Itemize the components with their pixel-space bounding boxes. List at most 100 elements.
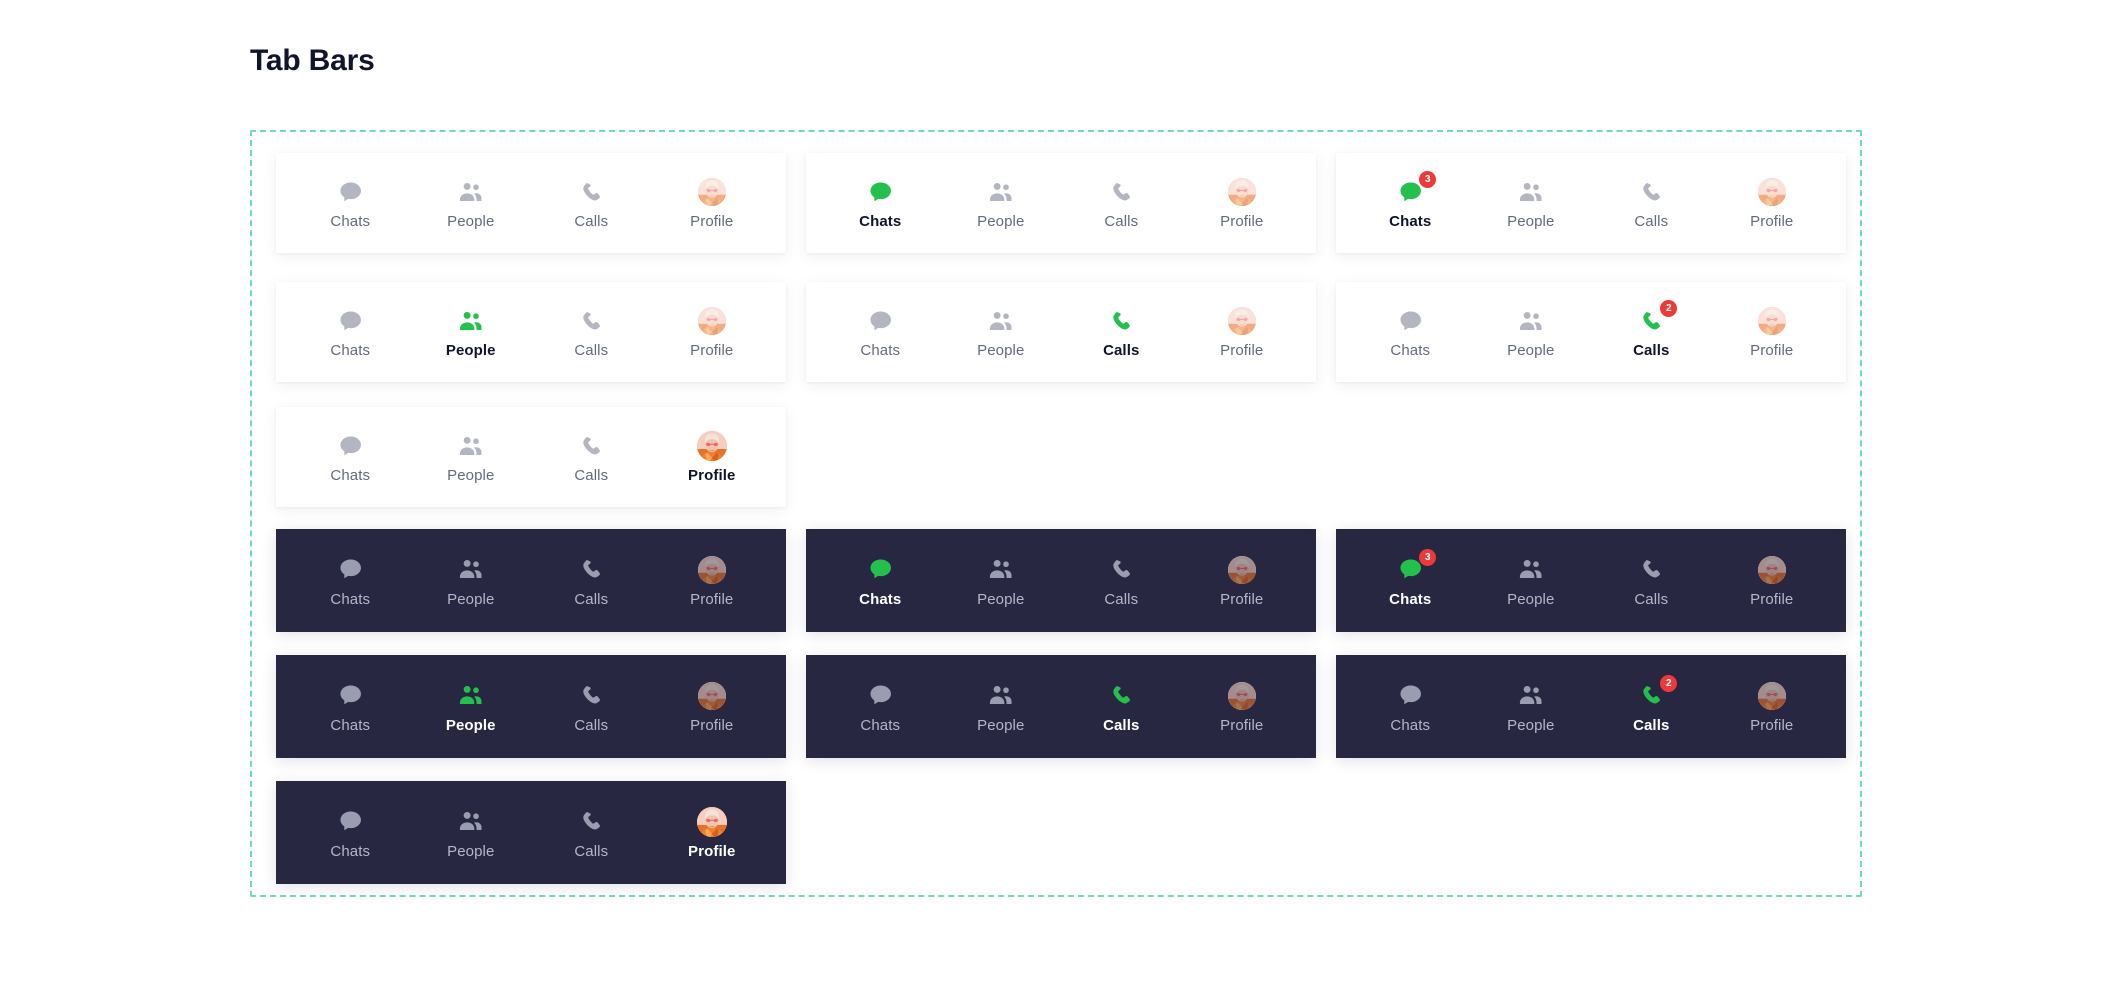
tab-calls[interactable]: Calls bbox=[1066, 529, 1176, 632]
tab-people[interactable]: People bbox=[946, 153, 1056, 253]
tab-label-profile: Profile bbox=[690, 590, 734, 608]
tab-calls[interactable]: 2 Calls bbox=[1596, 282, 1706, 382]
tab-profile[interactable]: Profile bbox=[657, 153, 767, 253]
tab-label-profile: Profile bbox=[1750, 590, 1794, 608]
tab-icon-wrap-people bbox=[1514, 681, 1548, 711]
tab-profile[interactable]: Profile bbox=[1717, 529, 1827, 632]
chat-bubble-icon bbox=[337, 308, 364, 335]
tab-profile[interactable]: Profile bbox=[657, 529, 767, 632]
tab-chats[interactable]: Chats bbox=[825, 282, 935, 382]
tab-icon-wrap-calls bbox=[1104, 681, 1138, 711]
tab-chats[interactable]: Chats bbox=[295, 781, 405, 884]
people-icon bbox=[457, 808, 484, 835]
tab-label-people: People bbox=[977, 590, 1025, 608]
tab-label-people: People bbox=[447, 590, 495, 608]
tab-profile[interactable]: Profile bbox=[1187, 153, 1297, 253]
tab-chats[interactable]: Chats bbox=[295, 153, 405, 253]
tab-calls[interactable]: Calls bbox=[1596, 153, 1706, 253]
tab-profile[interactable]: Profile bbox=[1187, 529, 1297, 632]
tab-people[interactable]: People bbox=[946, 655, 1056, 758]
tab-chats[interactable]: Chats bbox=[1355, 655, 1465, 758]
tab-chats[interactable]: Chats bbox=[295, 407, 405, 507]
tab-profile[interactable]: Profile bbox=[1187, 655, 1297, 758]
tab-chats[interactable]: 3 Chats bbox=[1355, 153, 1465, 253]
tab-people[interactable]: People bbox=[1476, 282, 1586, 382]
tab-people[interactable]: People bbox=[416, 781, 526, 884]
tab-chats[interactable]: Chats bbox=[295, 529, 405, 632]
tab-label-chats: Chats bbox=[1389, 590, 1432, 608]
phone-icon bbox=[1639, 180, 1664, 205]
tab-calls[interactable]: Calls bbox=[1066, 153, 1176, 253]
tab-people[interactable]: People bbox=[416, 655, 526, 758]
tab-icon-wrap-profile bbox=[695, 555, 729, 585]
tab-bar-light-chats-active-badge: 3 Chats People Calls Profile bbox=[1336, 153, 1846, 253]
tab-label-profile: Profile bbox=[1220, 590, 1264, 608]
tab-profile[interactable]: Profile bbox=[657, 781, 767, 884]
tab-people[interactable]: People bbox=[416, 153, 526, 253]
tab-calls[interactable]: Calls bbox=[536, 781, 646, 884]
tab-icon-wrap-calls bbox=[574, 807, 608, 837]
people-icon bbox=[1517, 682, 1544, 709]
tab-chats[interactable]: Chats bbox=[825, 153, 935, 253]
tab-chats[interactable]: Chats bbox=[825, 655, 935, 758]
tab-icon-wrap-chats bbox=[863, 306, 897, 336]
tab-profile[interactable]: Profile bbox=[657, 282, 767, 382]
tab-calls[interactable]: Calls bbox=[1066, 282, 1176, 382]
people-icon bbox=[1517, 179, 1544, 206]
tab-label-calls: Calls bbox=[574, 842, 609, 860]
tab-calls[interactable]: Calls bbox=[536, 153, 646, 253]
tab-chats[interactable]: Chats bbox=[295, 655, 405, 758]
tab-profile[interactable]: Profile bbox=[1187, 282, 1297, 382]
chat-bubble-icon bbox=[867, 179, 894, 206]
tab-calls[interactable]: Calls bbox=[536, 529, 646, 632]
tab-chats[interactable]: Chats bbox=[295, 282, 405, 382]
tab-profile[interactable]: Profile bbox=[657, 655, 767, 758]
tab-people[interactable]: People bbox=[1476, 153, 1586, 253]
tab-icon-wrap-profile bbox=[1755, 177, 1789, 207]
tab-profile[interactable]: Profile bbox=[1717, 153, 1827, 253]
avatar-icon bbox=[1757, 307, 1786, 335]
tab-chats[interactable]: 3 Chats bbox=[1355, 529, 1465, 632]
tab-label-chats: Chats bbox=[330, 716, 371, 734]
tab-calls[interactable]: Calls bbox=[1596, 529, 1706, 632]
tab-label-calls: Calls bbox=[574, 467, 609, 484]
tab-label-people: People bbox=[977, 716, 1025, 734]
tab-bar-light-calls-active: Chats People Calls Profile bbox=[806, 282, 1316, 382]
tab-icon-wrap-people bbox=[984, 681, 1018, 711]
tab-calls[interactable]: Calls bbox=[536, 282, 646, 382]
tab-calls[interactable]: Calls bbox=[1066, 655, 1176, 758]
tab-profile[interactable]: Profile bbox=[657, 407, 767, 507]
tab-label-profile: Profile bbox=[1750, 716, 1794, 734]
tab-bar-dark-calls-active: Chats People Calls Profile bbox=[806, 655, 1316, 758]
tab-people[interactable]: People bbox=[1476, 529, 1586, 632]
tab-profile[interactable]: Profile bbox=[1717, 282, 1827, 382]
tab-icon-wrap-chats bbox=[1393, 306, 1427, 336]
tab-calls[interactable]: Calls bbox=[536, 407, 646, 507]
tab-calls[interactable]: 2 Calls bbox=[1596, 655, 1706, 758]
tab-icon-wrap-people bbox=[454, 306, 488, 336]
tab-label-chats: Chats bbox=[859, 590, 902, 608]
tab-people[interactable]: People bbox=[946, 282, 1056, 382]
tab-people[interactable]: People bbox=[416, 529, 526, 632]
tab-icon-wrap-chats bbox=[863, 681, 897, 711]
tab-calls[interactable]: Calls bbox=[536, 655, 646, 758]
tab-chats[interactable]: Chats bbox=[825, 529, 935, 632]
tab-people[interactable]: People bbox=[416, 282, 526, 382]
tab-icon-wrap-people bbox=[454, 681, 488, 711]
tab-people[interactable]: People bbox=[416, 407, 526, 507]
tab-icon-wrap-chats bbox=[333, 431, 367, 461]
tab-people[interactable]: People bbox=[946, 529, 1056, 632]
tab-chats[interactable]: Chats bbox=[1355, 282, 1465, 382]
people-icon bbox=[987, 179, 1014, 206]
tab-label-profile: Profile bbox=[1220, 213, 1264, 230]
tab-icon-wrap-chats bbox=[333, 306, 367, 336]
tab-people[interactable]: People bbox=[1476, 655, 1586, 758]
avatar-icon bbox=[1757, 178, 1786, 206]
phone-icon bbox=[1109, 180, 1134, 205]
page-title: Tab Bars bbox=[250, 44, 375, 77]
tab-label-calls: Calls bbox=[1633, 716, 1670, 734]
tab-icon-wrap-profile bbox=[1225, 555, 1259, 585]
tab-icon-wrap-calls bbox=[574, 555, 608, 585]
avatar-icon bbox=[1757, 681, 1786, 710]
tab-profile[interactable]: Profile bbox=[1717, 655, 1827, 758]
